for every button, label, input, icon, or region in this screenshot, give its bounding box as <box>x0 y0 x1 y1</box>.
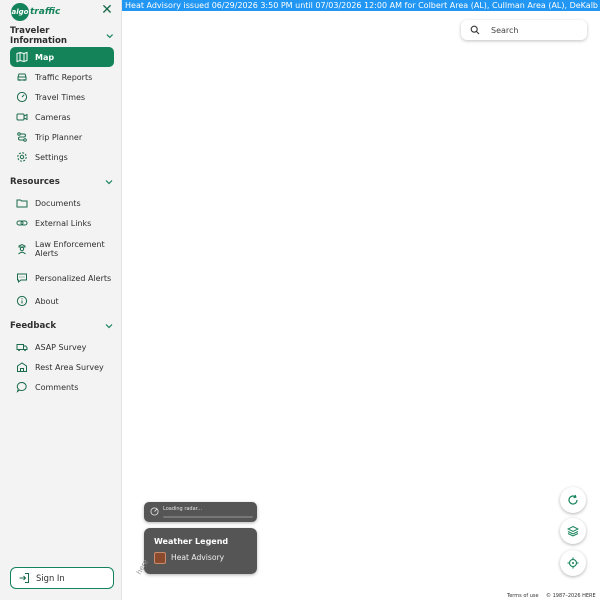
sidebar-item-label: Travel Times <box>35 92 86 102</box>
close-icon[interactable]: ✕ <box>100 3 114 17</box>
sign-in-button[interactable]: Sign In <box>10 567 114 589</box>
sidebar-item-map[interactable]: Map <box>10 47 114 67</box>
legend-item-label: Heat Advisory <box>171 553 225 562</box>
section-title: Feedback <box>10 321 57 331</box>
sidebar-item-label: Cameras <box>35 112 71 122</box>
radar-progress-bar <box>163 516 253 518</box>
chevron-down-icon <box>105 34 113 39</box>
sidebar-item-travel-times[interactable]: Travel Times <box>10 87 114 107</box>
sidebar-item-label: About <box>35 296 59 306</box>
sidebar-item-cameras[interactable]: Cameras <box>10 107 114 127</box>
sidebar-item-label: Traffic Reports <box>35 72 93 82</box>
chevron-down-icon <box>105 180 113 185</box>
sidebar-item-label: Comments <box>35 382 79 392</box>
sidebar-item-law-enforcement-alerts[interactable]: Law Enforcement Alerts <box>10 236 114 262</box>
speech-bubble-icon <box>16 381 27 393</box>
radar-loading-text: Loading radar... <box>163 506 203 512</box>
refresh-button[interactable] <box>560 487 586 513</box>
app-root: algo traffic ✕ Traveler Information Map … <box>0 0 600 600</box>
legend-swatch-heat-advisory <box>154 552 166 564</box>
terms-of-use-link[interactable]: Terms of use <box>507 593 539 599</box>
search-input[interactable]: Search <box>491 26 518 35</box>
video-camera-icon <box>16 113 28 121</box>
link-icon <box>16 220 28 226</box>
folder-icon <box>16 199 28 208</box>
sidebar-item-traffic-reports[interactable]: Traffic Reports <box>10 67 114 87</box>
route-icon <box>17 132 27 142</box>
logo-text: traffic <box>30 7 61 17</box>
locate-button[interactable] <box>560 550 586 576</box>
logo[interactable]: algo traffic <box>11 3 60 21</box>
gauge-icon <box>16 91 28 103</box>
legend-title: Weather Legend <box>154 537 229 546</box>
section-title: Resources <box>10 177 60 187</box>
gear-icon <box>17 152 27 162</box>
section-traveler-information[interactable]: Traveler Information <box>10 26 114 46</box>
map-copyright: © 1987–2026 HERE <box>546 593 596 599</box>
sidebar-item-label: ASAP Survey <box>35 342 87 352</box>
search-icon <box>470 25 480 35</box>
police-officer-icon <box>18 243 26 255</box>
sidebar-item-asap-survey[interactable]: ASAP Survey <box>10 337 114 357</box>
sidebar-item-comments[interactable]: Comments <box>10 377 114 397</box>
sidebar-item-label: Rest Area Survey <box>35 362 104 372</box>
sidebar-item-settings[interactable]: Settings <box>10 147 114 167</box>
section-title: Traveler Information <box>10 26 68 46</box>
sidebar-item-label: External Links <box>35 218 92 228</box>
sidebar-item-external-links[interactable]: External Links <box>10 213 114 233</box>
section-feedback[interactable]: Feedback <box>10 318 114 334</box>
radar-loading-panel: Loading radar... <box>144 502 257 522</box>
sidebar: algo traffic ✕ Traveler Information Map … <box>0 0 122 600</box>
crosshair-icon <box>567 557 579 569</box>
layers-icon <box>567 525 579 537</box>
sidebar-item-rest-area-survey[interactable]: Rest Area Survey <box>10 357 114 377</box>
sidebar-item-documents[interactable]: Documents <box>10 193 114 213</box>
sidebar-item-label: Personalized Alerts <box>35 273 112 283</box>
alert-banner[interactable]: Heat Advisory issued 06/29/2026 3:50 PM … <box>122 0 600 11</box>
car-icon <box>17 73 27 81</box>
map-icon <box>16 51 28 63</box>
building-icon <box>17 362 27 372</box>
sign-in-icon <box>19 573 29 583</box>
section-resources[interactable]: Resources <box>10 174 114 190</box>
chat-alert-icon <box>17 273 27 284</box>
layers-button[interactable] <box>560 518 586 544</box>
logo-mark: algo <box>11 3 29 21</box>
info-icon <box>16 295 28 307</box>
sign-in-label: Sign In <box>36 573 65 583</box>
sidebar-item-trip-planner[interactable]: Trip Planner <box>10 127 114 147</box>
sidebar-item-label: Map <box>35 52 55 62</box>
chevron-down-icon <box>105 324 113 329</box>
truck-icon <box>16 344 28 352</box>
sidebar-item-label: Trip Planner <box>35 132 83 142</box>
sidebar-item-label: Law Enforcement Alerts <box>35 240 105 258</box>
weather-legend: Weather Legend Heat Advisory <box>144 528 257 574</box>
sidebar-item-about[interactable]: About <box>10 291 114 311</box>
sidebar-item-label: Settings <box>35 152 68 162</box>
radar-icon <box>150 507 159 516</box>
sidebar-item-personalized-alerts[interactable]: Personalized Alerts <box>10 265 114 291</box>
refresh-icon <box>568 494 578 505</box>
alert-banner-text: Heat Advisory issued 06/29/2026 3:50 PM … <box>125 1 600 10</box>
search-box[interactable]: Search <box>461 20 587 40</box>
sidebar-item-label: Documents <box>35 198 81 208</box>
